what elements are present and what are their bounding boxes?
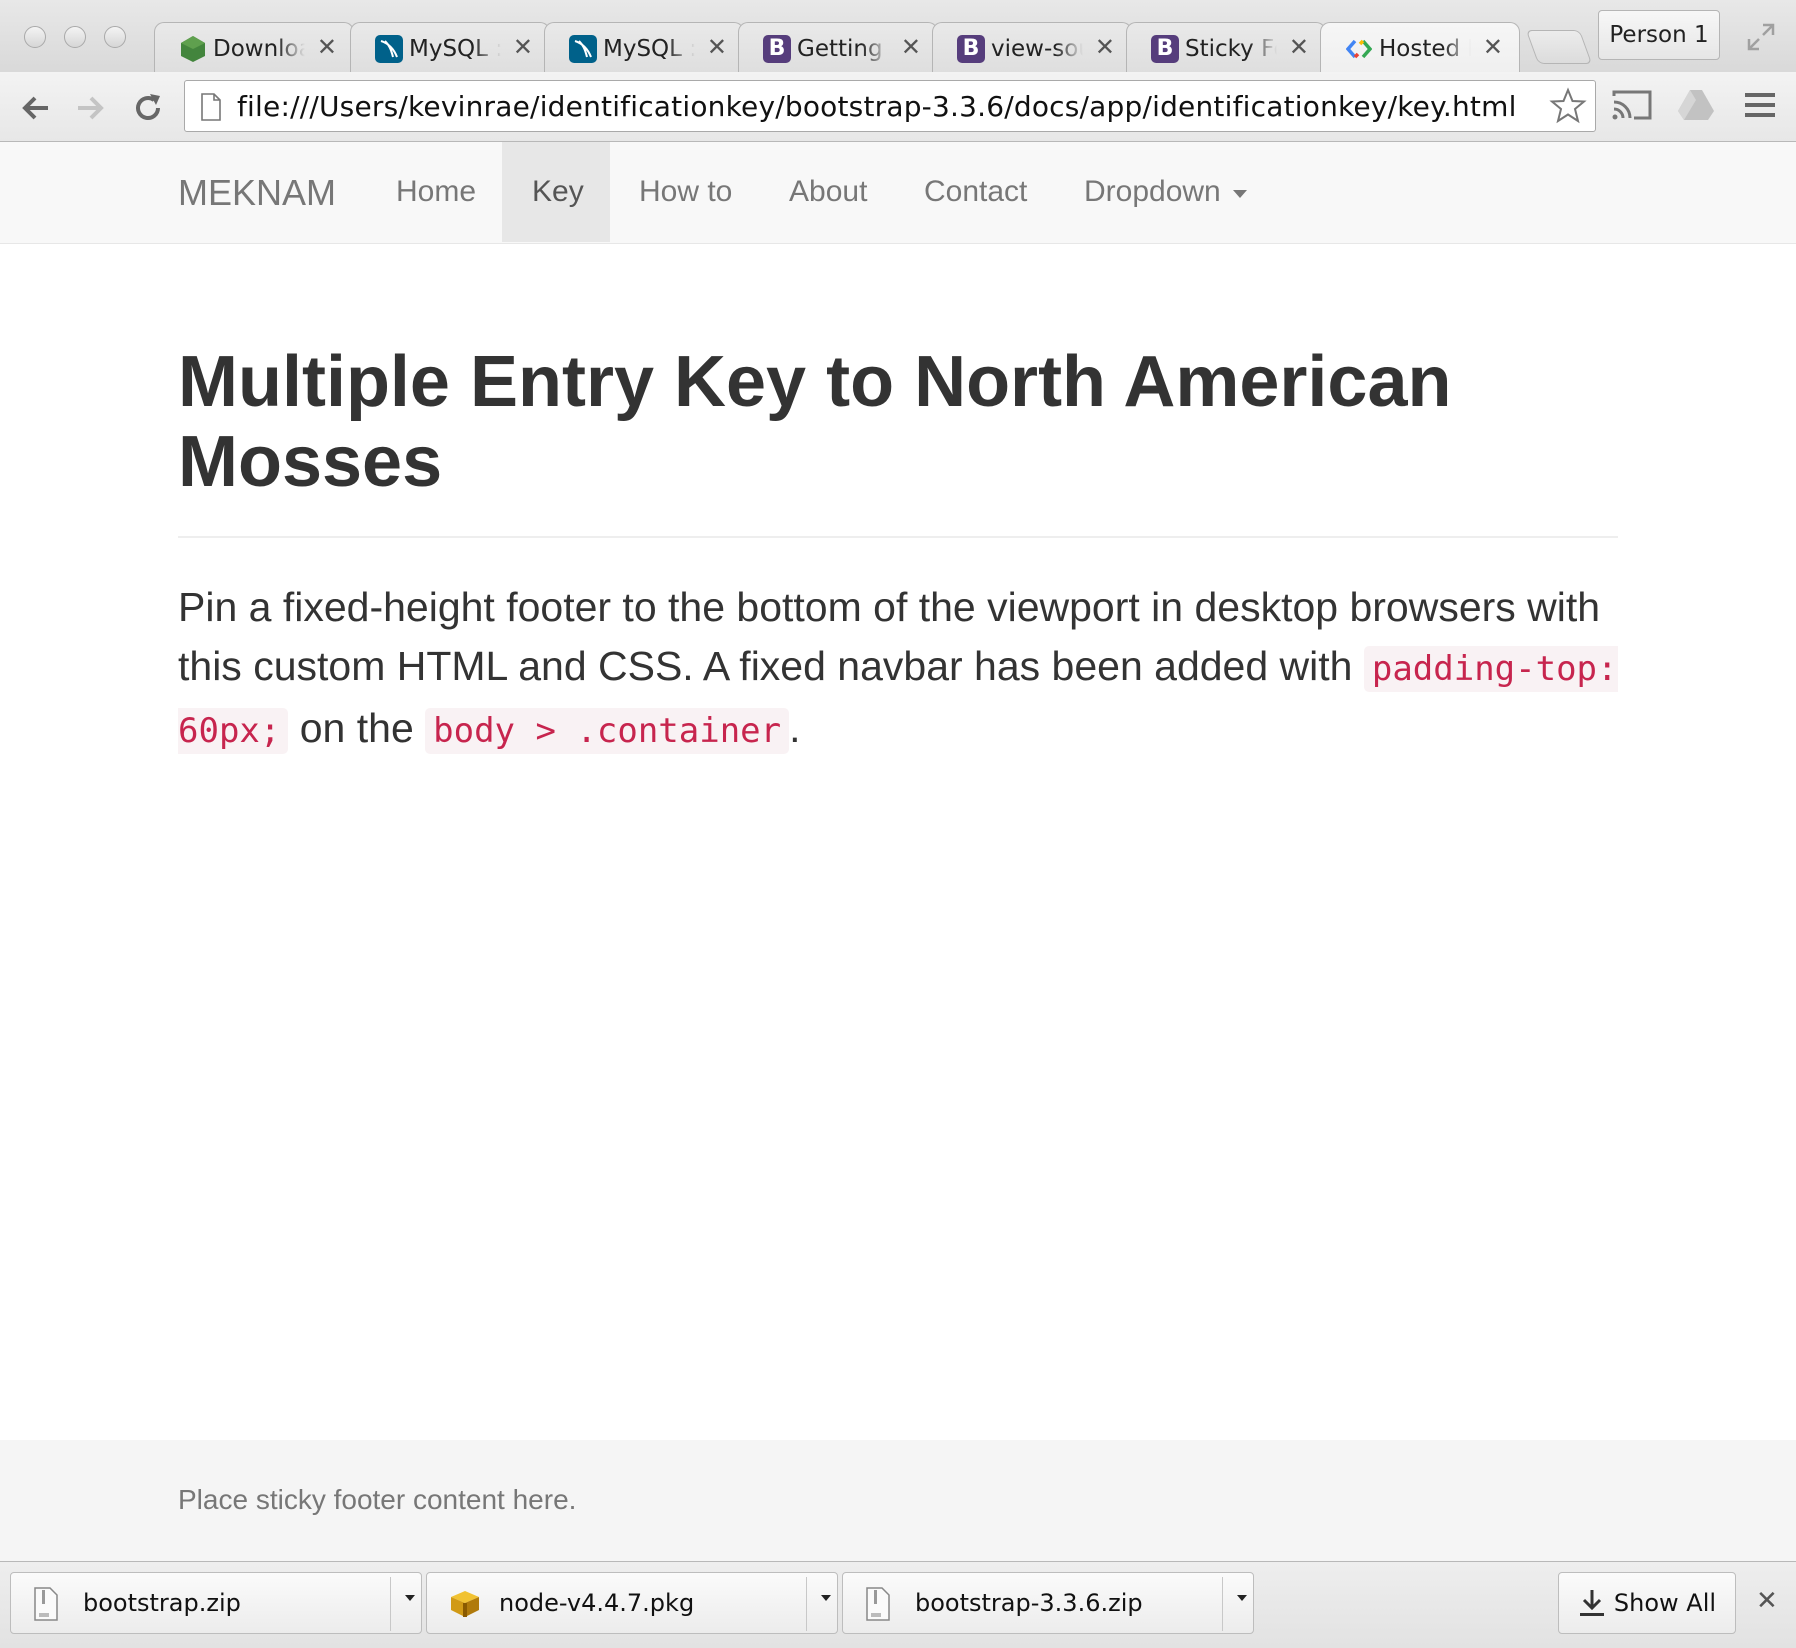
- nav-item-how-to[interactable]: How to: [609, 142, 762, 242]
- navbar-brand[interactable]: MEKNAM: [178, 172, 336, 214]
- site-navbar: MEKNAM Home Key How to About Contact Dro…: [0, 142, 1796, 244]
- download-filename: node-v4.4.7.pkg: [499, 1589, 695, 1617]
- window-zoom-button[interactable]: [104, 26, 126, 48]
- browser-tab[interactable]: MySQL :: ✕: [544, 22, 744, 74]
- nav-item-about[interactable]: About: [759, 142, 897, 242]
- package-box-icon: [449, 1587, 481, 1624]
- download-filename: bootstrap-3.3.6.zip: [915, 1589, 1143, 1617]
- profile-button[interactable]: Person 1: [1598, 10, 1720, 60]
- window-close-button[interactable]: [24, 26, 46, 48]
- google-drive-icon[interactable]: [1676, 88, 1716, 127]
- download-arrow-icon: [1579, 1590, 1604, 1616]
- show-all-downloads-button[interactable]: Show All: [1558, 1572, 1736, 1634]
- bootstrap-b-icon: B: [763, 34, 791, 63]
- page-title: Multiple Entry Key to North American Mos…: [178, 342, 1452, 502]
- title-divider: [178, 536, 1618, 538]
- fullscreen-icon[interactable]: [1746, 22, 1776, 52]
- browser-tab[interactable]: MySQL :: ✕: [350, 22, 550, 74]
- footer-text: Place sticky footer content here.: [178, 1484, 577, 1515]
- page-file-icon: [199, 93, 223, 126]
- nav-item-contact[interactable]: Contact: [894, 142, 1057, 242]
- browser-tab[interactable]: Download ✕: [154, 22, 354, 74]
- nav-item-key[interactable]: Key: [502, 142, 610, 242]
- browser-tab[interactable]: B view-source ✕: [932, 22, 1132, 74]
- new-tab-button[interactable]: [1525, 30, 1593, 64]
- sticky-footer: Place sticky footer content here.: [0, 1440, 1796, 1562]
- download-filename: bootstrap.zip: [83, 1589, 241, 1617]
- download-separator: [806, 1577, 807, 1631]
- download-separator: [1222, 1577, 1223, 1631]
- nodejs-hexagon-icon: [179, 35, 207, 63]
- download-item[interactable]: bootstrap.zip: [10, 1572, 422, 1634]
- download-menu-arrow-icon[interactable]: [821, 1595, 831, 1601]
- tab-close-icon[interactable]: ✕: [1483, 33, 1503, 61]
- bootstrap-b-icon: B: [957, 34, 985, 63]
- tab-title: Sticky Footer: [1185, 35, 1277, 62]
- tab-close-icon[interactable]: ✕: [513, 33, 533, 61]
- download-menu-arrow-icon[interactable]: [1237, 1595, 1247, 1601]
- tab-close-icon[interactable]: ✕: [707, 33, 727, 61]
- download-menu-arrow-icon[interactable]: [405, 1595, 415, 1601]
- address-bar[interactable]: file:///Users/kevinrae/identificationkey…: [184, 80, 1596, 132]
- mysql-dolphin-icon: [375, 34, 403, 63]
- menu-hamburger-icon[interactable]: [1744, 90, 1776, 125]
- lead-text: .: [789, 705, 801, 751]
- browser-tab-active[interactable]: Hosted Libraries ✕: [1320, 22, 1520, 74]
- tab-strip: Download ✕ MySQL :: ✕ MySQL :: ✕ B Getti…: [0, 0, 1796, 74]
- tab-close-icon[interactable]: ✕: [317, 33, 337, 61]
- nav-item-label: Key: [532, 175, 584, 208]
- url-text[interactable]: file:///Users/kevinrae/identificationkey…: [237, 90, 1517, 123]
- tab-title: Hosted Libraries: [1379, 35, 1471, 62]
- caret-down-icon: [1232, 190, 1247, 198]
- forward-icon[interactable]: [70, 88, 110, 128]
- window-minimize-button[interactable]: [64, 26, 86, 48]
- bootstrap-b-icon: B: [1151, 34, 1179, 63]
- nav-item-dropdown[interactable]: Dropdown: [1054, 142, 1277, 242]
- tab-title: view-source: [991, 35, 1083, 62]
- download-separator: [390, 1577, 391, 1631]
- back-icon[interactable]: [16, 88, 56, 128]
- zip-file-icon: [865, 1587, 891, 1626]
- download-item[interactable]: bootstrap-3.3.6.zip: [842, 1572, 1254, 1634]
- lead-paragraph: Pin a fixed-height footer to the bottom …: [178, 578, 1628, 761]
- tab-close-icon[interactable]: ✕: [1095, 33, 1115, 61]
- nav-item-label: How to: [639, 175, 733, 208]
- nav-item-label: Contact: [924, 175, 1028, 208]
- google-developers-icon: [1345, 35, 1373, 63]
- show-all-label: Show All: [1613, 1589, 1717, 1617]
- tab-title: MySQL ::: [409, 35, 501, 62]
- mysql-dolphin-icon: [569, 34, 597, 63]
- cast-icon[interactable]: [1612, 88, 1652, 127]
- bookmark-star-icon[interactable]: [1549, 87, 1587, 130]
- tab-title: Download: [213, 35, 305, 62]
- download-shelf: bootstrap.zip node-v4.4.7.pkg bootstrap-…: [0, 1561, 1796, 1648]
- browser-toolbar: file:///Users/kevinrae/identificationkey…: [0, 72, 1796, 142]
- lead-text: on the: [288, 705, 426, 751]
- inline-code: body > .container: [425, 708, 790, 754]
- nav-item-label: About: [789, 175, 868, 208]
- tab-title: MySQL ::: [603, 35, 695, 62]
- nav-item-label: Dropdown: [1084, 175, 1221, 208]
- browser-tab[interactable]: B Getting started ✕: [738, 22, 938, 74]
- reload-icon[interactable]: [128, 88, 168, 128]
- close-shelf-icon[interactable]: ✕: [1756, 1586, 1778, 1616]
- nav-item-label: Home: [396, 175, 477, 208]
- tab-close-icon[interactable]: ✕: [1289, 33, 1309, 61]
- nav-item-home[interactable]: Home: [366, 142, 506, 242]
- zip-file-icon: [33, 1587, 59, 1626]
- download-item[interactable]: node-v4.4.7.pkg: [426, 1572, 838, 1634]
- tab-title: Getting started: [797, 35, 889, 62]
- tab-close-icon[interactable]: ✕: [901, 33, 921, 61]
- browser-tab[interactable]: B Sticky Footer ✕: [1126, 22, 1326, 74]
